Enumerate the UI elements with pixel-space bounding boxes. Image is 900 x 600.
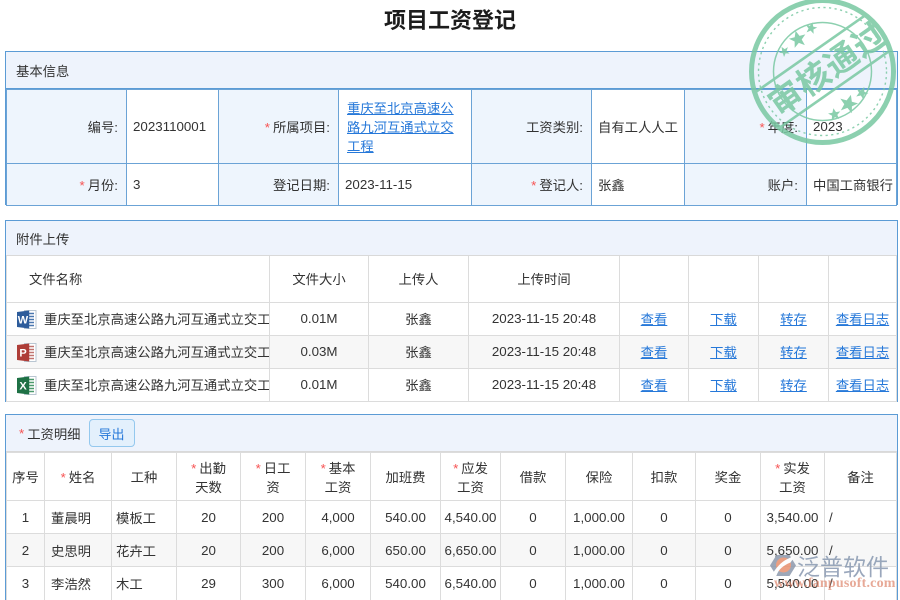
svg-text:P: P — [19, 347, 26, 359]
svg-text:W: W — [18, 314, 29, 326]
svg-text:X: X — [19, 380, 27, 392]
